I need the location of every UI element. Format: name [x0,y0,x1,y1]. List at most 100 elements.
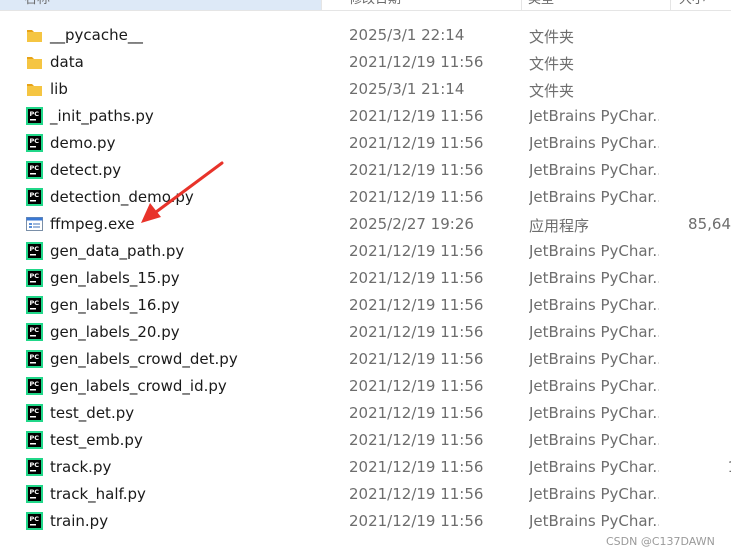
file-row[interactable]: PC track.py 2021/12/19 11:56 JetBrains PyCh… [0,454,731,481]
file-row[interactable]: PC gen_labels_crowd_det.py 2021/12/19 11:5… [0,346,731,373]
file-name: gen_labels_20.py [50,323,180,341]
file-row[interactable]: PC gen_labels_16.py 2021/12/19 11:56 JetBra… [0,292,731,319]
file-name: gen_labels_crowd_det.py [50,350,238,368]
file-type: JetBrains PyChar... [529,242,659,260]
svg-text:PC: PC [30,461,40,469]
file-row[interactable]: __pycache__ 2025/3/1 22:14 文件夹 [0,22,731,49]
pycharm-file-icon: PC [26,404,43,422]
file-type: 文件夹 [529,82,575,100]
svg-text:PC: PC [30,272,40,280]
file-name: demo.py [50,134,116,152]
file-type: JetBrains PyChar... [529,485,659,503]
file-date-modified: 2021/12/19 11:56 [349,188,484,206]
file-row[interactable]: PC gen_labels_crowd_id.py 2021/12/19 11:56… [0,373,731,400]
file-type: JetBrains PyChar... [529,161,659,179]
file-date-modified: 2021/12/19 11:56 [349,458,484,476]
file-date-modified: 2025/2/27 19:26 [349,215,474,233]
file-date-modified: 2021/12/19 11:56 [349,323,484,341]
file-type: JetBrains PyChar... [529,377,659,395]
file-row[interactable]: PC detection_demo.py 2021/12/19 11:56 JetBr… [0,184,731,211]
file-date-modified: 2021/12/19 11:56 [349,350,484,368]
svg-text:PC: PC [30,515,40,523]
file-type: JetBrains PyChar... [529,269,659,287]
svg-text:PC: PC [30,326,40,334]
file-row[interactable]: PC demo.py 2021/12/19 11:56 JetBrains PyCha… [0,130,731,157]
svg-text:PC: PC [30,137,40,145]
column-header-date-modified[interactable]: 修改日期 [322,0,522,10]
file-size: 1( [683,458,731,476]
pycharm-file-icon: PC [26,458,43,476]
file-row[interactable]: PC test_det.py 2021/12/19 11:56 JetBrains P… [0,400,731,427]
file-name: data [50,53,84,71]
pycharm-file-icon: PC [26,242,43,260]
file-date-modified: 2021/12/19 11:56 [349,431,484,449]
file-date-modified: 2021/12/19 11:56 [349,242,484,260]
svg-text:PC: PC [30,110,40,118]
column-header-bar: 名称 修改日期 类型 大小 [0,0,731,11]
svg-text:PC: PC [30,353,40,361]
file-type: JetBrains PyChar... [529,404,659,422]
file-type: JetBrains PyChar... [529,512,659,530]
file-row[interactable]: PC detect.py 2021/12/19 11:56 JetBrains PyC… [0,157,731,184]
pycharm-file-icon: PC [26,269,43,287]
file-row[interactable]: PC gen_labels_15.py 2021/12/19 11:56 JetBra… [0,265,731,292]
file-name: test_emb.py [50,431,143,449]
file-type: JetBrains PyChar... [529,431,659,449]
file-type: JetBrains PyChar... [529,296,659,314]
file-row[interactable]: PC track_half.py 2021/12/19 11:56 JetBrains… [0,481,731,508]
column-header-name[interactable]: 名称 [0,0,322,10]
file-name: detection_demo.py [50,188,194,206]
file-list: __pycache__ 2025/3/1 22:14 文件夹 data 2021/12/… [0,22,731,535]
watermark-text: CSDN @C137DAWN [606,535,715,548]
file-row[interactable]: lib 2025/3/1 21:14 文件夹 [0,76,731,103]
file-explorer: 名称 修改日期 类型 大小 __pycache__ 2025/3/1 22:14 文… [0,0,731,556]
column-header-size[interactable]: 大小 [671,0,731,10]
file-row[interactable]: data 2021/12/19 11:56 文件夹 [0,49,731,76]
svg-text:PC: PC [30,407,40,415]
file-row[interactable]: PC test_emb.py 2021/12/19 11:56 JetBrains P… [0,427,731,454]
file-name: test_det.py [50,404,135,422]
file-name: __pycache__ [50,26,143,44]
file-name: detect.py [50,161,122,179]
pycharm-file-icon: PC [26,296,43,314]
svg-text:PC: PC [30,380,40,388]
file-row[interactable]: PC _init_paths.py 2021/12/19 11:56 JetBrain… [0,103,731,130]
file-type: JetBrains PyChar... [529,107,659,125]
file-name: track.py [50,458,112,476]
file-date-modified: 2021/12/19 11:56 [349,134,484,152]
file-row[interactable]: ffmpeg.exe 2025/2/27 19:26 应用程序 85,64 [0,211,731,238]
file-name: lib [50,80,68,98]
svg-text:PC: PC [30,191,40,199]
file-date-modified: 2021/12/19 11:56 [349,512,484,530]
file-name: track_half.py [50,485,146,503]
file-row[interactable]: PC gen_labels_20.py 2021/12/19 11:56 JetBra… [0,319,731,346]
file-type: JetBrains PyChar... [529,134,659,152]
application-exe-icon [26,215,43,233]
pycharm-file-icon: PC [26,350,43,368]
folder-icon [26,26,43,44]
pycharm-file-icon: PC [26,377,43,395]
file-date-modified: 2021/12/19 11:56 [349,296,484,314]
svg-text:PC: PC [30,164,40,172]
pycharm-file-icon: PC [26,512,43,530]
file-size: 85,64 [688,215,731,233]
pycharm-file-icon: PC [26,431,43,449]
file-type: JetBrains PyChar... [529,458,659,476]
file-row[interactable]: PC gen_data_path.py 2021/12/19 11:56 JetBra… [0,238,731,265]
svg-text:PC: PC [30,434,40,442]
folder-icon [26,53,43,71]
pycharm-file-icon: PC [26,134,43,152]
svg-text:PC: PC [30,245,40,253]
file-date-modified: 2021/12/19 11:56 [349,53,484,71]
pycharm-file-icon: PC [26,161,43,179]
column-header-type[interactable]: 类型 [522,0,671,10]
file-date-modified: 2021/12/19 11:56 [349,404,484,422]
file-name: gen_data_path.py [50,242,185,260]
file-date-modified: 2025/3/1 22:14 [349,26,465,44]
file-date-modified: 2021/12/19 11:56 [349,161,484,179]
file-row[interactable]: PC train.py 2021/12/19 11:56 JetBrains PyCh… [0,508,731,535]
file-type: 文件夹 [529,55,575,73]
file-date-modified: 2021/12/19 11:56 [349,377,484,395]
file-type: 文件夹 [529,28,575,46]
file-name: gen_labels_crowd_id.py [50,377,227,395]
